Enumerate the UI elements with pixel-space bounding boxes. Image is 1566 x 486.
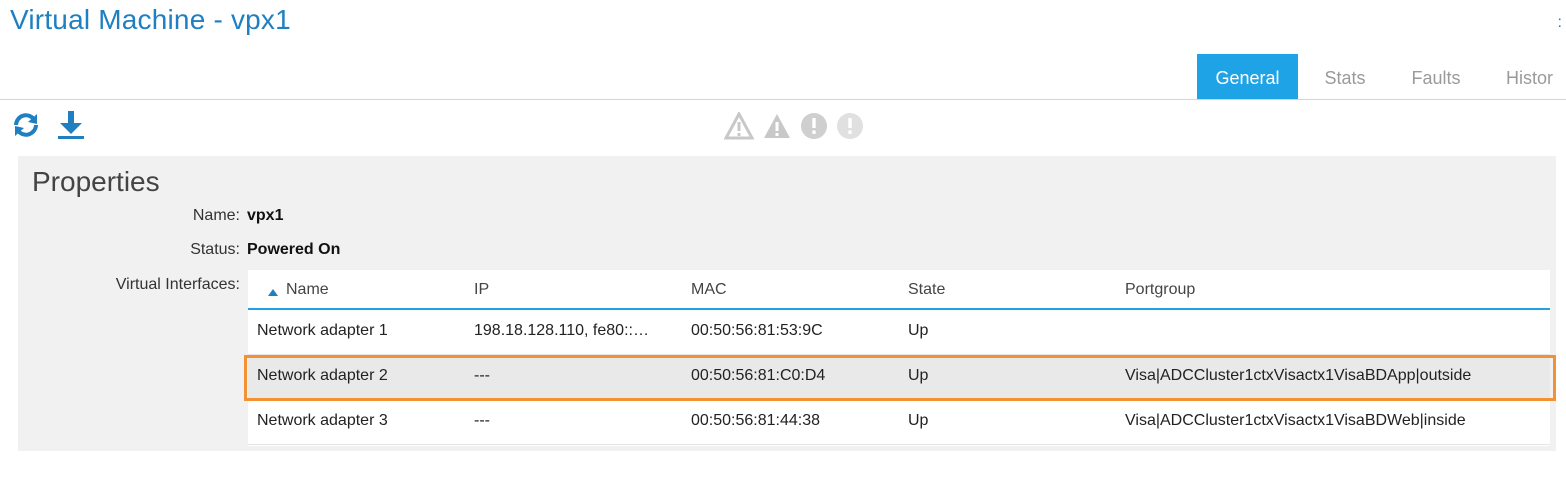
column-header-name[interactable]: Name: [286, 281, 329, 299]
virtual-interfaces-label: Virtual Interfaces:: [115, 276, 240, 293]
status-value: Powered On: [247, 241, 341, 258]
warning-outline-icon[interactable]: [723, 110, 755, 145]
name-value: vpx1: [247, 207, 284, 224]
column-header-ip[interactable]: IP: [474, 281, 489, 299]
table-header: Name IP MAC State Portgroup: [248, 270, 1550, 310]
cell-ip: ---: [474, 412, 490, 429]
column-header-mac[interactable]: MAC: [691, 281, 727, 299]
status-label: Status:: [190, 241, 240, 258]
column-header-state[interactable]: State: [908, 281, 945, 299]
header-menu-link[interactable]: :: [1558, 14, 1562, 32]
refresh-icon[interactable]: [10, 109, 42, 146]
properties-title: Properties: [32, 166, 160, 197]
page-title: Virtual Machine - vpx1: [10, 4, 291, 35]
exclamation-circle-light-icon[interactable]: [836, 112, 864, 145]
cell-portgroup: Visa|ADCCluster1ctxVisactx1VisaBDWeb|ins…: [1125, 412, 1466, 429]
cell-state: Up: [908, 412, 929, 429]
download-icon[interactable]: [55, 109, 87, 146]
tab-general[interactable]: General: [1197, 54, 1298, 99]
name-label: Name:: [192, 207, 240, 224]
cell-state: Up: [908, 322, 929, 339]
cell-name: Network adapter 1: [257, 322, 388, 339]
table-row[interactable]: Network adapter 3 --- 00:50:56:81:44:38 …: [248, 400, 1550, 445]
cell-ip: 198.18.128.110, fe80::…: [474, 322, 649, 339]
selection-highlight: [244, 355, 1556, 401]
exclamation-circle-icon[interactable]: [800, 112, 828, 145]
cell-mac: 00:50:56:81:53:9C: [691, 322, 823, 339]
tab-faults[interactable]: Faults: [1395, 54, 1477, 99]
cell-name: Network adapter 3: [257, 412, 388, 429]
column-header-portgroup[interactable]: Portgroup: [1125, 281, 1195, 299]
tab-stats[interactable]: Stats: [1308, 54, 1382, 99]
cell-mac: 00:50:56:81:44:38: [691, 412, 821, 429]
tab-bar: General Stats Faults Histor: [0, 54, 1566, 100]
tab-history[interactable]: Histor: [1492, 54, 1566, 99]
warning-filled-icon[interactable]: [762, 112, 792, 145]
table-row[interactable]: Network adapter 1 198.18.128.110, fe80::…: [248, 310, 1550, 355]
sort-ascending-icon[interactable]: [268, 284, 278, 302]
